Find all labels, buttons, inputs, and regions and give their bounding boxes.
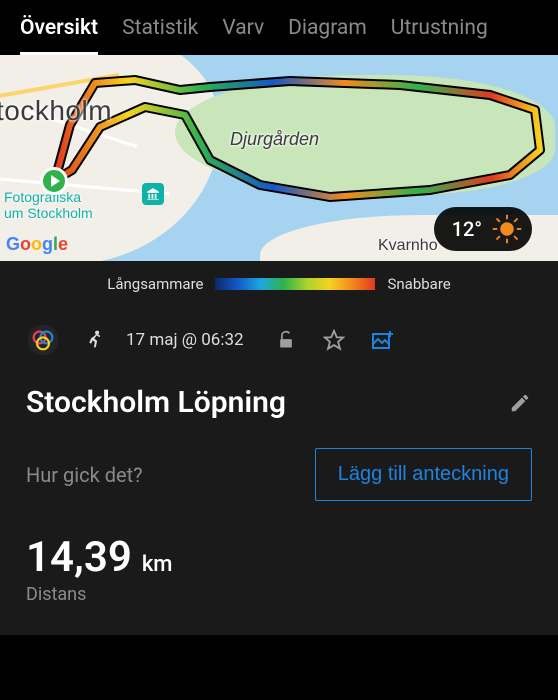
activity-details: 17 maj @ 06:32 <box>0 303 558 635</box>
tab-bar: Översikt Statistik Varv Diagram Utrustni… <box>0 0 558 55</box>
museum-marker-icon[interactable] <box>142 183 164 205</box>
legend-faster-label: Snabbare <box>387 275 450 293</box>
add-note-button[interactable]: Lägg till anteckning <box>315 448 532 501</box>
tab-gear[interactable]: Utrustning <box>391 16 488 55</box>
poi-text: Fotografiska <box>4 189 81 205</box>
start-marker-icon[interactable] <box>40 167 68 195</box>
activity-date: 17 maj @ 06:32 <box>126 330 244 350</box>
legend-slower-label: Långsammare <box>107 275 203 293</box>
map-park-label: Djurgården <box>230 129 319 150</box>
note-prompt: Hur gick det? <box>26 463 143 487</box>
pace-legend: Långsammare Snabbare <box>0 261 558 303</box>
weather-temp: 12° <box>452 217 482 241</box>
weather-badge[interactable]: 12° <box>434 207 532 251</box>
route-map[interactable]: tockholm Djurgården Kvarnho Fotografiska… <box>0 55 558 261</box>
pace-gradient-icon <box>215 278 375 290</box>
distance-stat: 14,39 km Distans <box>26 533 532 605</box>
tab-diagram[interactable]: Diagram <box>288 16 367 55</box>
distance-label: Distans <box>26 584 532 605</box>
sun-icon <box>492 214 522 244</box>
note-prompt-row: Hur gick det? Lägg till anteckning <box>26 448 532 501</box>
title-row: Stockholm Löpning <box>26 385 532 420</box>
connect-badge-icon[interactable] <box>26 323 60 357</box>
map-city-label: tockholm <box>0 95 112 127</box>
map-land <box>0 55 220 261</box>
running-icon <box>82 329 104 351</box>
edit-pencil-icon[interactable] <box>508 391 532 415</box>
distance-value: 14,39 <box>26 533 132 582</box>
poi-text: um Stockholm <box>4 205 93 221</box>
meta-actions <box>274 328 394 352</box>
map-town-label: Kvarnho <box>378 237 438 255</box>
distance-unit: km <box>142 552 173 577</box>
activity-title: Stockholm Löpning <box>26 385 286 420</box>
add-photo-icon[interactable] <box>370 328 394 352</box>
tab-statistics[interactable]: Statistik <box>122 16 198 55</box>
privacy-lock-icon[interactable] <box>274 328 298 352</box>
google-logo: Google <box>6 234 68 255</box>
favorite-star-icon[interactable] <box>322 328 346 352</box>
tab-laps[interactable]: Varv <box>222 16 264 55</box>
activity-meta-row: 17 maj @ 06:32 <box>26 323 532 357</box>
tab-overview[interactable]: Översikt <box>20 16 98 55</box>
